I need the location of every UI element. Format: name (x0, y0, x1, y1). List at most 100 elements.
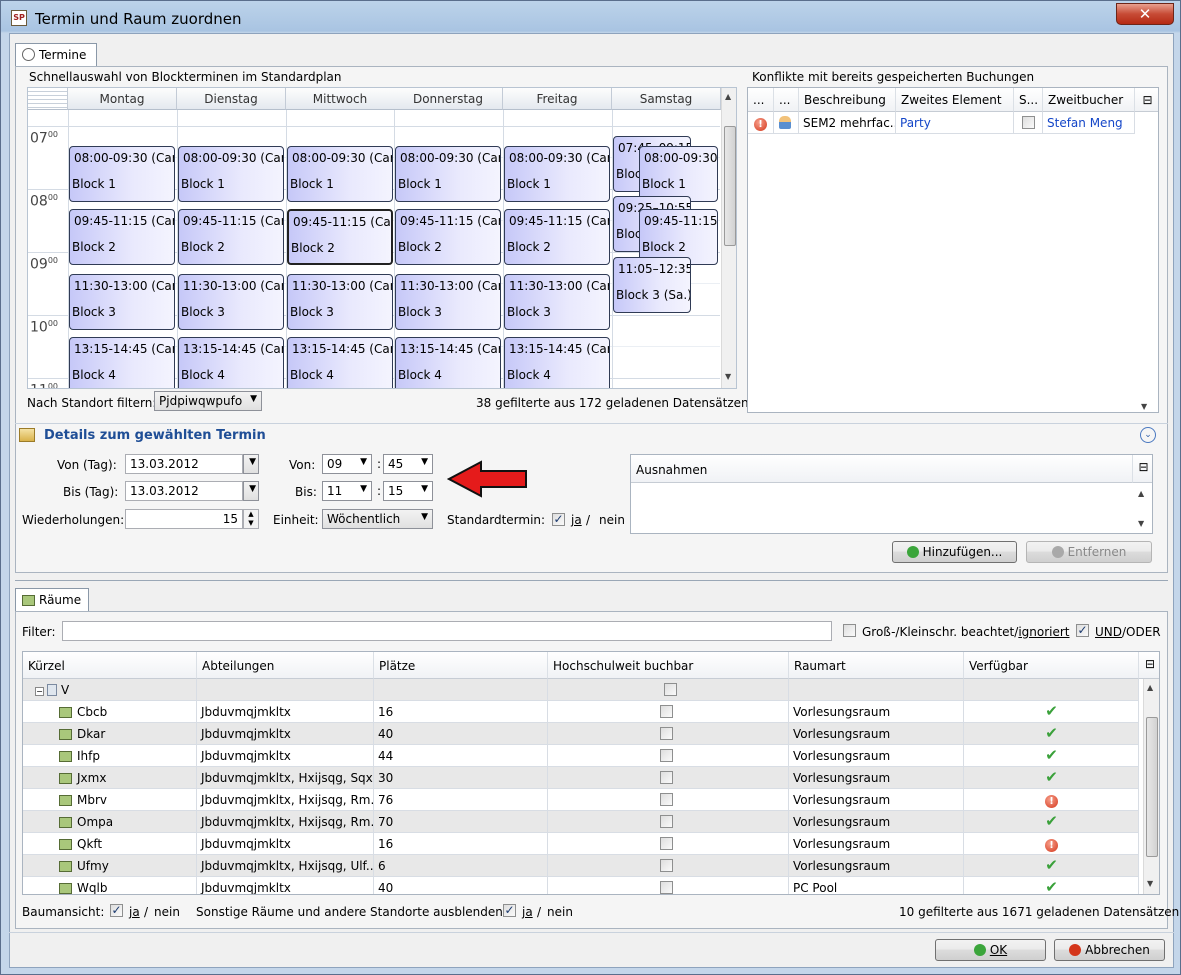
day-header[interactable]: Montag (68, 88, 177, 110)
hochschulweit-checkbox[interactable] (660, 815, 673, 828)
ausnahmen-header[interactable]: Ausnahmen (631, 455, 1133, 483)
schedule-block[interactable]: 09:45-11:15 (CampuBlock 2 (178, 209, 284, 265)
schedule-block[interactable]: 09:45-11:15 (CampuBlock 2 (504, 209, 610, 265)
room-row[interactable]: Wqlb Jbduvmqjmkltx 40 PC Pool ✔ (23, 877, 1139, 894)
room-row[interactable]: Ufmy Jbduvmqjmkltx, Hxijsqg, Ulf... 6 Vorle… (23, 855, 1139, 877)
day-header[interactable]: Samstag (612, 88, 721, 110)
conflict-second-element[interactable]: Party (896, 112, 1014, 134)
room-row[interactable]: Ihfp Jbduvmqjmkltx 44 Vorlesungsraum ✔ (23, 745, 1139, 767)
group-row[interactable]: − V (23, 679, 1139, 701)
room-row[interactable]: Jxmx Jbduvmqjmkltx, Hxijsqg, Sqx... 30 Vorl… (23, 767, 1139, 789)
conflict-booker[interactable]: Stefan Meng (1043, 112, 1135, 134)
schedule-block[interactable]: 13:15-14:45 (CampuBlock 4 (504, 337, 610, 388)
scroll-down-icon[interactable]: ▼ (725, 372, 731, 381)
collapse-tree-icon[interactable]: − (35, 687, 44, 696)
schedule-block[interactable]: 08:00-09:30 (CampuBlock 1 (69, 146, 175, 202)
room-row[interactable]: Mbrv Jbduvmqjmkltx, Hxijsqg, Rm... 76 Vorle… (23, 789, 1139, 811)
baumansicht-checkbox[interactable] (110, 904, 123, 917)
schedule-block[interactable]: 08:00-09:30 (CampuBlock 1 (504, 146, 610, 202)
standardtermin-checkbox[interactable] (552, 513, 565, 526)
scroll-up-icon[interactable]: ▲ (1138, 489, 1144, 498)
collapse-icon[interactable]: ⌄ (1140, 427, 1156, 443)
rooms-col[interactable]: Kürzel (23, 652, 197, 679)
conflicts-col-zweites[interactable]: Zweites Element (896, 88, 1014, 112)
conflict-row[interactable]: ! SEM2 mehrfac... Party Stefan Meng (748, 112, 1135, 134)
wiederholungen-input[interactable]: 15 (125, 509, 243, 529)
sonstige-checkbox[interactable] (503, 904, 516, 917)
hochschulweit-checkbox[interactable] (660, 881, 673, 894)
von-hour-select[interactable]: 09 ▼ (322, 454, 372, 474)
room-row[interactable]: Qkft Jbduvmqjmkltx 16 Vorlesungsraum! (23, 833, 1139, 855)
saturday-block[interactable]: 08:00-09:30 (CBlock 1 (639, 146, 718, 202)
hochschulweit-checkbox[interactable] (660, 727, 673, 740)
bis-tag-datepicker[interactable]: ▼ (243, 481, 259, 501)
scroll-up-icon[interactable]: ▲ (725, 92, 731, 101)
room-filter-input[interactable] (62, 621, 832, 641)
conflicts-scrollbar[interactable]: ▼ (1138, 112, 1154, 412)
close-button[interactable]: ✕ (1116, 3, 1174, 25)
scroll-down-icon[interactable]: ▼ (1147, 879, 1153, 888)
column-chooser-icon[interactable]: ⊟ (1135, 88, 1158, 112)
bis-minute-select[interactable]: 15 ▼ (383, 481, 433, 501)
day-header[interactable]: Donnerstag (394, 88, 503, 110)
room-row[interactable]: Ompa Jbduvmqjmkltx, Hxijsqg, Rm... 70 Vorle… (23, 811, 1139, 833)
schedule-block[interactable]: 11:30-13:00 (CampuBlock 3 (504, 274, 610, 330)
column-chooser-icon[interactable]: ⊟ (1133, 455, 1152, 483)
schedule-scrollbar[interactable]: ▲ ▼ (721, 88, 736, 388)
schedule-block[interactable]: 09:45-11:15 (CampuBlock 2 (395, 209, 501, 265)
case-sensitive-checkbox[interactable] (843, 624, 856, 637)
scroll-thumb[interactable] (724, 126, 736, 246)
scroll-down-icon[interactable]: ▼ (1138, 519, 1144, 528)
von-tag-input[interactable]: 13.03.2012 (125, 454, 243, 474)
rooms-scrollbar[interactable]: ▲ ▼ (1143, 679, 1159, 894)
saturday-block[interactable]: 11:05–12:35 (CBlock 3 (Sa.) (613, 257, 691, 313)
rooms-col[interactable]: Raumart (789, 652, 964, 679)
remove-exception-button[interactable]: Entfernen (1026, 541, 1152, 563)
scroll-thumb[interactable] (1146, 717, 1158, 857)
hochschulweit-checkbox[interactable] (660, 793, 673, 806)
day-header[interactable]: Dienstag (177, 88, 286, 110)
tab-raeume[interactable]: Räume (15, 588, 89, 612)
und-oder-checkbox[interactable] (1076, 624, 1089, 637)
schedule-block[interactable]: 08:00-09:30 (CampuBlock 1 (287, 146, 393, 202)
wiederholungen-spinner[interactable]: ▲ ▼ (243, 509, 259, 529)
conflicts-col-s[interactable]: S... (1014, 88, 1043, 112)
von-tag-datepicker[interactable]: ▼ (243, 454, 259, 474)
conflicts-col-1[interactable]: ... (748, 88, 774, 112)
schedule-block[interactable]: 13:15-14:45 (CampuBlock 4 (287, 337, 393, 388)
day-header[interactable]: Freitag (503, 88, 612, 110)
column-chooser-icon[interactable]: ⊟ (1139, 652, 1159, 679)
hochschulweit-checkbox[interactable] (660, 771, 673, 784)
hochschulweit-checkbox[interactable] (660, 837, 673, 850)
day-header[interactable]: Mittwoch (286, 88, 395, 110)
group-hochschulweit-checkbox[interactable] (664, 683, 677, 696)
room-row[interactable]: Dkar Jbduvmqjmkltx 40 Vorlesungsraum ✔ (23, 723, 1139, 745)
ok-button[interactable]: OK (935, 939, 1046, 961)
schedule-block[interactable]: 09:45-11:15 (CampuBlock 2 (69, 209, 175, 265)
scroll-up-icon[interactable]: ▲ (1147, 683, 1153, 692)
rooms-col[interactable]: Plätze (374, 652, 548, 679)
add-exception-button[interactable]: Hinzufügen... (892, 541, 1017, 563)
standort-filter-select[interactable]: Pjdpiwqwpufo ▼ (154, 391, 262, 411)
bis-tag-input[interactable]: 13.03.2012 (125, 481, 243, 501)
von-minute-select[interactable]: 45 ▼ (383, 454, 433, 474)
rooms-col[interactable]: Hochschulweit buchbar (548, 652, 789, 679)
schedule-block[interactable]: 08:00-09:30 (CampuBlock 1 (178, 146, 284, 202)
schedule-block[interactable]: 11:30-13:00 (CampuBlock 3 (69, 274, 175, 330)
schedule-block[interactable]: 13:15-14:45 (CampuBlock 4 (178, 337, 284, 388)
conflicts-col-2[interactable]: ... (774, 88, 799, 112)
conflict-checkbox[interactable] (1022, 116, 1035, 129)
schedule-block[interactable]: 09:45-11:15 (CampuBlock 2 (287, 209, 393, 265)
conflicts-col-zweitbucher[interactable]: Zweitbucher (1043, 88, 1135, 112)
rooms-col[interactable]: Verfügbar (964, 652, 1139, 679)
tab-termine[interactable]: Termine (15, 43, 97, 67)
title-bar[interactable]: SP Termin und Raum zuordnen ✕ (1, 1, 1181, 35)
conflicts-col-beschreibung[interactable]: Beschreibung (799, 88, 896, 112)
hochschulweit-checkbox[interactable] (660, 705, 673, 718)
schedule-block[interactable]: 11:30-13:00 (CampuBlock 3 (287, 274, 393, 330)
hochschulweit-checkbox[interactable] (660, 749, 673, 762)
schedule-block[interactable]: 08:00-09:30 (CampuBlock 1 (395, 146, 501, 202)
einheit-select[interactable]: Wöchentlich ▼ (322, 509, 433, 529)
schedule-block[interactable]: 11:30-13:00 (CampuBlock 3 (395, 274, 501, 330)
scroll-down-icon[interactable]: ▼ (1141, 402, 1147, 411)
